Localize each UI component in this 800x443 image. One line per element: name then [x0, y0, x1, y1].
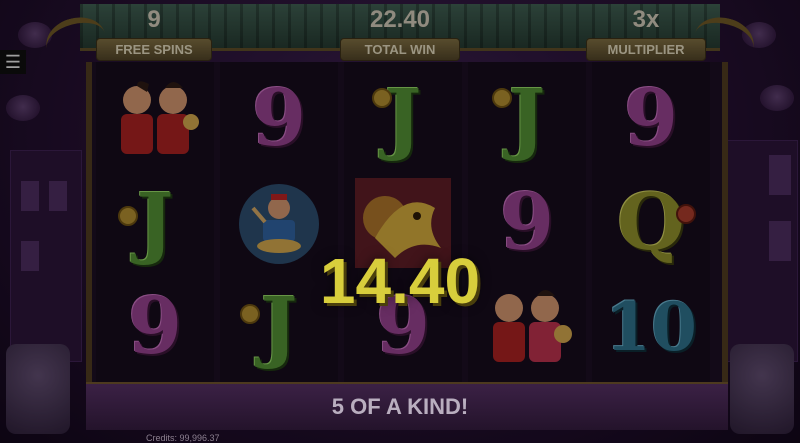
- menu-icon[interactable]: ☰: [0, 50, 26, 74]
- reel-cell: 9: [592, 66, 710, 172]
- reel-3: J 9: [344, 62, 462, 382]
- multiplier-value: 3x: [632, 6, 660, 33]
- guardian-lion-statue: [6, 344, 70, 434]
- reel-2: 9 J: [220, 62, 338, 382]
- multiplier-label: MULTIPLIER: [586, 38, 706, 61]
- reel-1: J 9: [96, 62, 214, 382]
- credits-display: Credits: 99,996.37: [146, 433, 220, 443]
- symbol-9: 9: [623, 73, 679, 164]
- reel-5: 9 Q 10: [592, 62, 710, 382]
- multiplier-display: 3x MULTIPLIER: [586, 6, 706, 61]
- reel-frame: J 9 9 J J 9 J 9 9 Q 10: [86, 62, 728, 382]
- lucky-couple-symbol: [121, 81, 199, 154]
- reel-4: J 9: [468, 62, 586, 382]
- free-spins-value: 9: [147, 6, 161, 33]
- lantern-decoration: [6, 95, 40, 121]
- slot-game-stage: 9 FREE SPINS 22.40 TOTAL WIN 3x MULTIPLI…: [0, 0, 800, 443]
- reel-cell: J: [468, 66, 586, 172]
- win-amount: 14.40: [319, 245, 481, 317]
- free-spins-label: FREE SPINS: [96, 38, 212, 61]
- total-win-label: TOTAL WIN: [340, 38, 460, 61]
- symbol-9: 9: [251, 73, 307, 164]
- reel-cell: J: [344, 66, 462, 172]
- win-message: 5 OF A KIND!: [331, 394, 469, 419]
- guardian-lion-statue: [730, 344, 794, 434]
- total-win-display: 22.40 TOTAL WIN: [340, 6, 460, 61]
- free-spins-display: 9 FREE SPINS: [96, 6, 212, 61]
- reel-cell: 9: [220, 66, 338, 172]
- symbol-j: J: [508, 73, 546, 164]
- reel-cell: [96, 66, 214, 172]
- lantern-decoration: [760, 85, 794, 111]
- total-win-value: 22.40: [369, 6, 431, 33]
